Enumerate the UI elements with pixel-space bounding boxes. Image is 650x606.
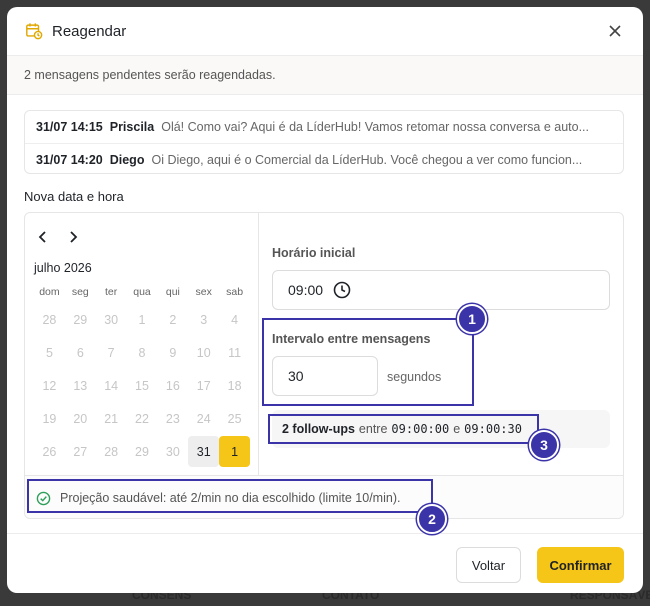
calendar-day-disabled: 21	[104, 411, 119, 426]
list-item: 31/07 14:15 Priscila Olá! Como vai? Aqui…	[25, 111, 623, 143]
calendar-day-disabled: 8	[138, 345, 146, 360]
calendar-day-disabled: 22	[135, 411, 149, 426]
weekday-label: qui	[165, 286, 180, 298]
calendar-clock-icon	[26, 23, 43, 40]
calendar-day[interactable]: 31	[188, 436, 220, 467]
dialog-title: Reagendar	[52, 22, 127, 40]
calendar-day-disabled: 3	[200, 312, 208, 327]
calendar-week: 5 6 7 8 9 10 11	[34, 335, 250, 368]
calendar-day-disabled: 20	[73, 411, 88, 426]
calendar-day-disabled: 16	[165, 378, 180, 393]
calendar-day-disabled: 7	[107, 345, 115, 360]
calendar-day-disabled: 1	[138, 312, 146, 327]
weekday-label: ter	[105, 286, 118, 298]
new-datetime-label: Nova data e hora	[24, 189, 124, 204]
calendar-day-disabled: 5	[45, 345, 53, 360]
calendar-day-disabled: 2	[169, 312, 177, 327]
weekday-label: dom	[39, 286, 60, 298]
calendar-week: 19 20 21 22 23 24 25	[34, 401, 250, 434]
calendar-day-disabled: 27	[73, 444, 88, 459]
message-contact: Diego	[109, 152, 145, 167]
calendar-day-disabled: 4	[231, 312, 239, 327]
calendar-day-disabled: 15	[135, 378, 149, 393]
followup-summary: 2 follow-ups entre 09:00:00 e 09:00:30	[272, 410, 610, 448]
interval-value: 30	[288, 368, 304, 384]
calendar-day-disabled: 30	[165, 444, 180, 459]
calendar-day-disabled: 28	[42, 312, 57, 327]
calendar-day-disabled: 10	[196, 345, 211, 360]
annotation-badge-3: 3	[529, 430, 559, 460]
calendar-day-disabled: 29	[135, 444, 149, 459]
calendar-day-disabled: 25	[227, 411, 242, 426]
annotation-badge-1: 1	[457, 304, 487, 334]
calendar-month-label: julho 2026	[34, 261, 92, 275]
calendar-week: 26 27 28 29 30 31 1	[34, 434, 251, 467]
interval-input[interactable]: 30	[272, 356, 378, 396]
calendar-day-disabled: 29	[73, 312, 88, 327]
chevron-right-icon[interactable]	[66, 230, 80, 244]
start-time-input[interactable]: 09:00	[272, 270, 610, 310]
followup-between-text: entre	[358, 422, 388, 436]
message-preview: Olá! Como vai? Aqui é da LíderHub! Vamos…	[161, 120, 589, 134]
rate-projection: Projeção saudável: até 2/min no dia esco…	[25, 475, 623, 518]
back-button[interactable]: Voltar	[456, 547, 521, 583]
message-preview: Oi Diego, aqui é o Comercial da LíderHub…	[151, 152, 583, 167]
weekday-label: sex	[195, 286, 212, 298]
calendar-grid: dom seg ter qua qui sex sab 28 29 30 1 2 3 4 5 6 7 8 9 10 1…	[34, 286, 251, 467]
calendar-day-disabled: 26	[42, 444, 57, 459]
calendar-day-disabled: 17	[196, 378, 211, 393]
calendar-day-disabled: 23	[165, 411, 180, 426]
calendar-day-disabled: 14	[104, 378, 119, 393]
schedule-panel: julho 2026 dom seg ter qua qui sex sab 28 29 30 1…	[24, 212, 624, 519]
weekday-label: sab	[226, 286, 244, 298]
close-icon	[609, 25, 621, 37]
calendar-day-selected[interactable]: 1	[219, 436, 251, 467]
confirm-button[interactable]: Confirmar	[537, 547, 624, 583]
followup-end-time: 09:00:30	[464, 422, 522, 436]
dialog-header: Reagendar	[7, 7, 643, 56]
dialog-footer: Voltar Confirmar	[7, 533, 643, 593]
chevron-left-icon[interactable]	[36, 230, 50, 244]
weekday-label: seg	[71, 286, 89, 298]
message-time: 31/07 14:15	[36, 120, 103, 134]
followup-and-text: e	[453, 422, 461, 436]
check-circle-icon	[36, 491, 51, 505]
clock-icon[interactable]	[333, 281, 351, 299]
list-item: 31/07 14:20 Diego Oi Diego, aqui é o Com…	[25, 143, 623, 173]
message-time: 31/07 14:20	[36, 152, 103, 167]
weekday-label: qua	[133, 286, 151, 298]
reschedule-dialog: Reagendar 2 mensagens pendentes serão re…	[7, 7, 643, 593]
backdrop-table-header: CONSENS CONTATO RESPONSÁVEL	[0, 588, 650, 604]
time-settings: Horário inicial 09:00 Intervalo entre me…	[259, 213, 623, 475]
calendar-day-disabled: 18	[227, 378, 242, 393]
calendar-week: 28 29 30 1 2 3 4	[34, 302, 250, 335]
weekday-header: dom seg ter qua qui sex sab	[34, 286, 250, 302]
message-contact: Priscila	[109, 120, 155, 134]
pending-message-list: 31/07 14:15 Priscila Olá! Como vai? Aqui…	[24, 110, 624, 174]
rate-projection-text: Projeção saudável: até 2/min no dia esco…	[60, 491, 401, 505]
start-time-value: 09:00	[288, 282, 324, 298]
calendar-day-disabled: 6	[76, 345, 84, 360]
date-picker: julho 2026 dom seg ter qua qui sex sab 28 29 30 1…	[25, 213, 259, 475]
followup-start-time: 09:00:00	[391, 422, 450, 436]
start-time-label: Horário inicial	[272, 246, 356, 260]
calendar-day-disabled: 28	[104, 444, 119, 459]
calendar-day-disabled: 19	[42, 411, 57, 426]
interval-unit-label: segundos	[387, 370, 442, 384]
calendar-week: 12 13 14 15 16 17 18	[34, 368, 250, 401]
followup-count: 2 follow-ups	[282, 422, 355, 436]
calendar-day-disabled: 12	[42, 378, 57, 393]
pending-summary: 2 mensagens pendentes serão reagendadas.	[7, 56, 643, 95]
calendar-day-disabled: 24	[196, 411, 211, 426]
close-button[interactable]	[605, 21, 625, 41]
calendar-day-disabled: 9	[169, 345, 177, 360]
calendar-day-disabled: 13	[73, 378, 88, 393]
calendar-day-disabled: 11	[228, 345, 242, 360]
calendar-day-disabled: 30	[104, 312, 119, 327]
interval-label: Intervalo entre mensagens	[272, 332, 431, 346]
calendar-days: 28 29 30 1 2 3 4 5 6 7 8 9 10 11 12 13 14 15 16 17 18 19 20 21 2…	[34, 302, 251, 467]
annotation-badge-2: 2	[417, 504, 447, 534]
